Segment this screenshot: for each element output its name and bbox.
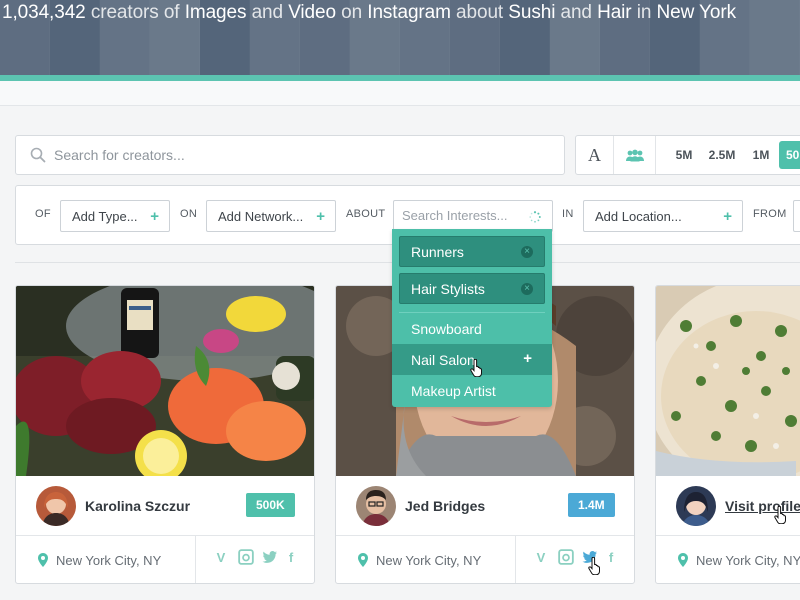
hand-cursor-icon [774, 506, 786, 524]
plus-icon: + [316, 208, 325, 225]
on-label: ON [180, 208, 198, 220]
vine-icon[interactable]: V [214, 549, 228, 565]
follower-badge: 1.4M [568, 493, 615, 517]
creator-location: New York City, NY [656, 536, 800, 583]
view-toolbar: A 5M 2.5M 1M 50 [575, 135, 800, 175]
interest-dropdown: Runners × Hair Stylists × Snowboard Nail… [392, 229, 552, 407]
creator-count: 1,034,342 [2, 2, 86, 23]
title-topic-hair: Hair [597, 2, 632, 23]
visit-profile-link[interactable]: Visit profile... [725, 498, 800, 514]
add-type-label: Add Type... [72, 208, 138, 224]
add-network-button[interactable]: Add Network... + [206, 200, 336, 232]
plus-icon: + [150, 208, 159, 225]
creator-location: New York City, NY [336, 536, 516, 583]
location-pin-icon [678, 553, 688, 567]
people-view-button[interactable] [614, 136, 656, 174]
chip-label: Runners [411, 243, 464, 260]
search-icon [30, 147, 46, 163]
creator-identity: Jed Bridges 1.4M [336, 476, 634, 536]
location-pin-icon [358, 553, 368, 567]
title-topic-sushi: Sushi [508, 2, 556, 23]
reach-50-button-active[interactable]: 50 [779, 141, 800, 169]
creator-identity: Karolina Szczur 500K [16, 476, 314, 536]
location-text: New York City, NY [376, 553, 482, 568]
facebook-icon[interactable]: f [606, 549, 616, 565]
hand-cursor-icon [588, 557, 600, 575]
from-select[interactable] [793, 200, 800, 232]
avatar[interactable] [36, 486, 76, 526]
title-kind-video: Video [288, 2, 336, 23]
location-text: New York City, NY [696, 553, 800, 568]
reach-5m-button[interactable]: 5M [664, 136, 704, 174]
interest-option[interactable]: Makeup Artist [392, 375, 552, 406]
of-label: OF [35, 208, 51, 220]
selected-interest-chip[interactable]: Hair Stylists × [399, 273, 545, 304]
reach-2-5m-button[interactable]: 2.5M [704, 136, 740, 174]
interest-option[interactable]: Snowboard [392, 313, 552, 344]
creator-name[interactable]: Jed Bridges [405, 498, 485, 514]
hero-banner: 1,034,342 creators of Images and Video o… [0, 0, 800, 75]
twitter-icon[interactable] [262, 549, 278, 565]
chip-label: Hair Stylists [411, 280, 485, 297]
remove-chip-icon[interactable]: × [521, 246, 533, 258]
add-location-label: Add Location... [595, 208, 682, 224]
follower-badge: 500K [246, 493, 295, 517]
subheader-strip [0, 81, 800, 106]
vine-icon[interactable]: V [534, 549, 548, 565]
instagram-icon[interactable] [558, 549, 574, 565]
from-label: FROM [753, 208, 787, 220]
people-icon [625, 149, 644, 161]
instagram-icon[interactable] [238, 549, 254, 565]
reach-1m-button[interactable]: 1M [744, 136, 778, 174]
location-text: New York City, NY [56, 553, 162, 568]
remove-chip-icon[interactable]: × [521, 283, 533, 295]
creator-name[interactable]: Karolina Szczur [85, 498, 190, 514]
title-place: New York [656, 2, 737, 23]
interest-search-box [393, 200, 553, 232]
title-network: Instagram [367, 2, 451, 23]
add-type-button[interactable]: Add Type... + [60, 200, 170, 232]
text-mode-button[interactable]: A [576, 136, 614, 174]
creator-search-box [15, 135, 565, 175]
plus-icon: + [523, 350, 532, 367]
hand-cursor-icon [470, 359, 482, 377]
add-location-button[interactable]: Add Location... + [583, 200, 743, 232]
creator-search-input[interactable] [54, 145, 544, 165]
selected-interest-chip[interactable]: Runners × [399, 236, 545, 267]
location-pin-icon [38, 553, 48, 567]
hero-title: 1,034,342 creators of Images and Video o… [2, 2, 737, 23]
about-label: ABOUT [346, 208, 386, 220]
avatar[interactable] [356, 486, 396, 526]
plus-icon: + [723, 208, 732, 225]
creator-card-photo-food [656, 286, 800, 476]
loading-spinner-icon [529, 211, 541, 223]
app-root: 1,034,342 creators of Images and Video o… [0, 0, 800, 600]
creator-card[interactable]: Karolina Szczur 500K New York City, NY V… [15, 285, 315, 584]
creator-identity: Visit profile... [656, 476, 800, 536]
title-kind-images: Images [184, 2, 247, 23]
creator-card-photo-sushi [16, 286, 314, 476]
facebook-icon[interactable]: f [286, 549, 296, 565]
avatar[interactable] [676, 486, 716, 526]
interest-search-input[interactable] [402, 208, 522, 223]
creator-location: New York City, NY [16, 536, 196, 583]
creator-card[interactable]: Visit profile... New York City, NY [655, 285, 800, 584]
in-label: IN [562, 208, 574, 220]
add-network-label: Add Network... [218, 208, 304, 224]
